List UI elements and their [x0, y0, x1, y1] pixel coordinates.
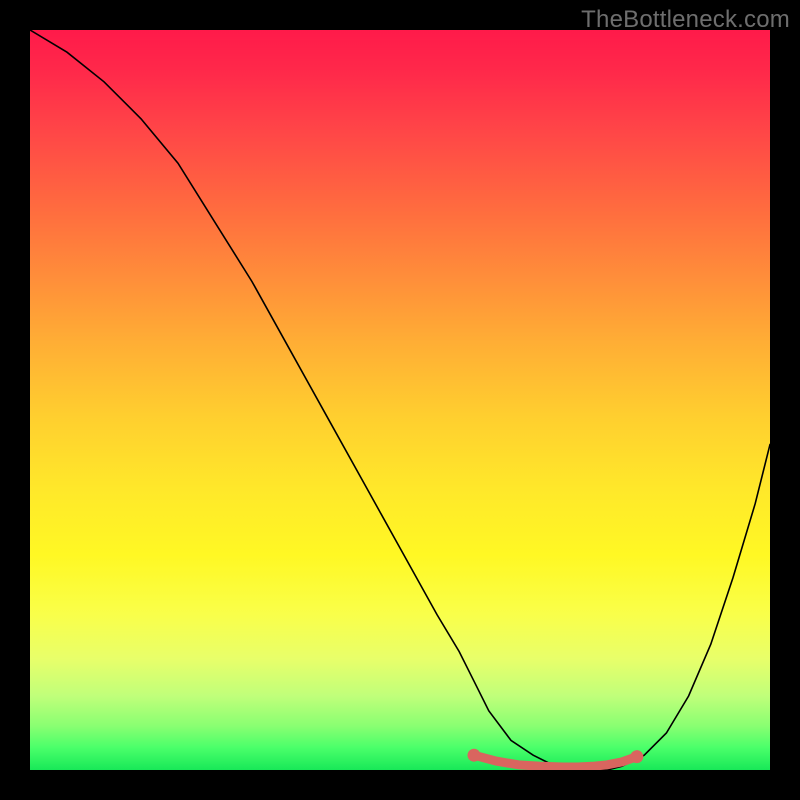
highlight-dot [468, 749, 481, 762]
watermark-text: TheBottleneck.com [581, 6, 790, 34]
curve-svg [30, 30, 770, 770]
chart-container: TheBottleneck.com [0, 0, 800, 800]
highlight-stroke [474, 755, 637, 767]
highlight-dots [468, 749, 644, 767]
plot-area [30, 30, 770, 770]
highlight-dot [630, 750, 643, 763]
bottleneck-curve [30, 30, 770, 770]
